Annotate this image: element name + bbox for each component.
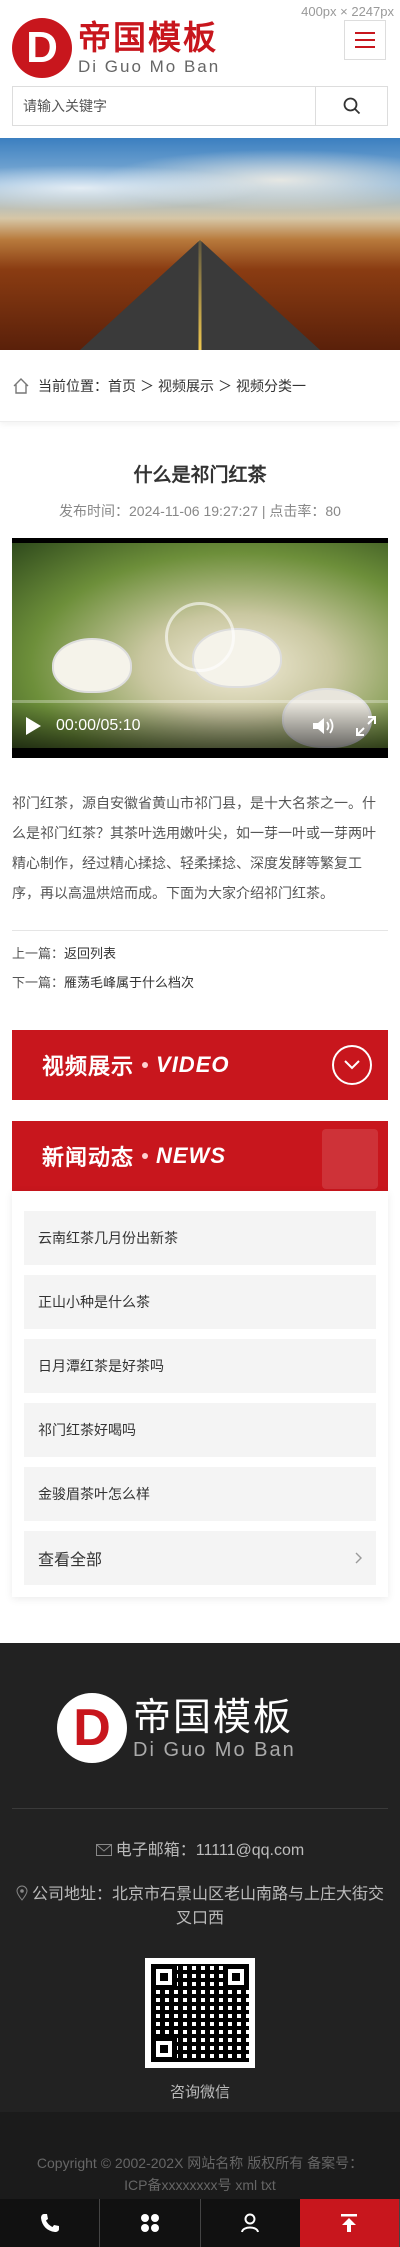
site-header: D 帝国模板 Di Guo Mo Ban [0,0,400,82]
chevron-right-icon [355,1552,362,1564]
next-article: 下一篇：雁荡毛峰属于什么档次 [12,975,195,990]
next-article-link[interactable]: 雁荡毛峰属于什么档次 [64,975,194,990]
bottom-nav-bar [0,2199,400,2247]
news-section-subtitle: NEWS [156,1143,227,1168]
article: 什么是祁门红茶 发布时间：2024-11-06 19:27:27 | 点击率：8… [0,460,400,991]
location-icon [16,1885,28,1901]
user-button[interactable] [201,2199,300,2247]
apps-button[interactable] [100,2199,201,2247]
copyright-line-1: Copyright © 2002-202X 网站名称 版权所有 备案号： [36,2155,364,2171]
video-player[interactable]: 00:00/05:10 [12,538,388,758]
article-body: 祁门红茶，源自安徽省黄山市祁门县，是十大名茶之一。什么是祁门红茶？其茶叶选用嫩叶… [12,795,376,901]
copyright-line-2: ICP备xxxxxxxx号 xml txt [124,2177,276,2193]
breadcrumb: 当前位置： 首页 ＞ 视频展示 ＞ 视频分类一 [0,350,400,422]
video-section-header[interactable]: 视频展示 VIDEO [12,1030,388,1100]
divider [12,930,388,931]
wechat-qr-code [145,1958,255,2068]
chevron-down-icon [344,1060,360,1070]
search-input[interactable] [13,87,315,125]
news-list: 云南红茶几月份出新茶 正山小种是什么茶 日月潭红茶是好茶吗 祁门红茶好喝吗 金骏… [12,1191,388,1597]
breadcrumb-video[interactable]: 视频展示 [158,376,214,396]
back-to-top-button[interactable] [299,2199,400,2247]
footer-address: 公司地址：北京市石景山区老山南路与上庄大街交叉口西 [0,1883,400,1931]
qr-caption: 咨询微信 [169,2084,230,2101]
play-overlay-icon[interactable] [165,602,235,672]
footer-logo-title: 帝国模板 [133,1697,294,1739]
phone-button[interactable] [0,2199,101,2247]
search-button[interactable] [315,87,387,125]
grid-icon [140,2214,159,2232]
news-item[interactable]: 日月潭红茶是好茶吗 [24,1339,376,1393]
footer-divider [12,1808,388,1809]
breadcrumb-prefix: 当前位置： [38,377,108,394]
breadcrumb-separator: ＞ [218,377,232,394]
video-time: 00:00/05:10 [56,716,141,734]
logo-subtitle: Di Guo Mo Ban [78,57,221,76]
user-icon [241,2213,260,2233]
video-section-title: 视频展示 [42,1054,135,1079]
search-bar [12,86,388,126]
volume-icon[interactable] [312,716,336,736]
news-item[interactable]: 正山小种是什么茶 [24,1275,376,1329]
view-all-label: 查看全部 [38,1552,103,1569]
footer-email: 电子邮箱：11111@qq.com [0,1839,400,1863]
site-logo[interactable]: D 帝国模板 Di Guo Mo Ban [12,18,220,78]
breadcrumb-category[interactable]: 视频分类一 [236,376,306,396]
video-section-subtitle: VIDEO [156,1052,230,1077]
prev-article: 上一篇：返回列表 [12,946,117,961]
play-icon[interactable] [24,716,42,736]
footer-logo-subtitle: Di Guo Mo Ban [133,1739,296,1761]
mail-icon [95,1844,112,1856]
article-title: 什么是祁门红茶 [133,465,267,486]
logo-title: 帝国模板 [78,19,218,56]
footer-logo-badge: D [57,1693,127,1763]
news-item[interactable]: 金骏眉茶叶怎么样 [24,1467,376,1521]
fullscreen-icon[interactable] [356,715,376,736]
banner-image [0,138,400,350]
menu-button[interactable] [344,20,386,60]
news-section-header: 新闻动态 NEWS [12,1121,388,1191]
article-meta: 发布时间：2024-11-06 19:27:27 | 点击率：80 [59,503,341,519]
document-icon [322,1129,378,1189]
prev-article-link[interactable]: 返回列表 [64,946,116,961]
expand-button[interactable] [332,1045,372,1085]
view-all-link[interactable]: 查看全部 [24,1531,376,1585]
news-item[interactable]: 云南红茶几月份出新茶 [24,1211,376,1265]
news-section-title: 新闻动态 [42,1145,135,1170]
news-item[interactable]: 祁门红茶好喝吗 [24,1403,376,1457]
hamburger-icon [355,32,375,34]
breadcrumb-home[interactable]: 首页 [108,376,136,396]
search-icon [343,97,360,115]
video-controls: 00:00/05:10 [12,703,388,748]
logo-badge: D [12,18,72,78]
footer-logo[interactable]: D 帝国模板 Di Guo Mo Ban [57,1693,296,1763]
phone-icon [40,2214,59,2232]
site-footer: D 帝国模板 Di Guo Mo Ban 电子邮箱：11111@qq.com 公… [0,1643,400,2247]
home-icon [13,377,29,394]
arrow-up-icon [341,2214,358,2232]
breadcrumb-separator: ＞ [140,377,154,394]
